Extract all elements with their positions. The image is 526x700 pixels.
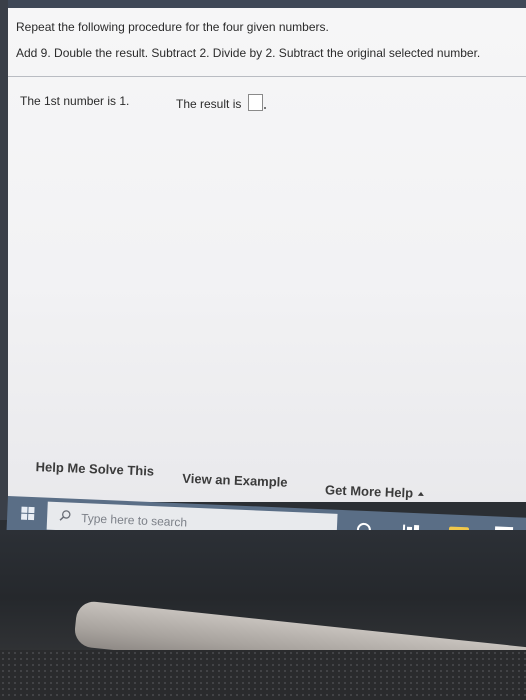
browser-content: Repeat the following procedure for the f… [8, 8, 526, 502]
result-group: The result is [176, 94, 266, 111]
search-icon [59, 510, 71, 521]
monitor-left-bezel [0, 0, 8, 520]
divider [8, 76, 526, 77]
caret-up-icon [417, 491, 425, 496]
get-more-help-label: Get More Help [324, 482, 414, 501]
search-placeholder: Type here to search [80, 511, 188, 530]
keyboard-surface [0, 650, 526, 700]
get-more-help-link[interactable]: Get More Help [325, 482, 425, 501]
trailing-period [263, 107, 266, 109]
result-label: The result is [176, 97, 242, 111]
problem-instructions: Repeat the following procedure for the f… [16, 20, 516, 60]
answer-input[interactable] [247, 94, 263, 111]
procedure-text: Add 9. Double the result. Subtract 2. Di… [16, 46, 481, 60]
view-an-example-link[interactable]: View an Example [182, 471, 288, 490]
help-me-solve-this-link[interactable]: Help Me Solve This [35, 459, 154, 479]
instruction-text: Repeat the following procedure for the f… [16, 20, 329, 34]
problem-row: The 1st number is 1. The result is [20, 94, 266, 111]
windows-start-icon[interactable] [21, 506, 36, 522]
number-statement: The 1st number is 1. [20, 94, 130, 108]
